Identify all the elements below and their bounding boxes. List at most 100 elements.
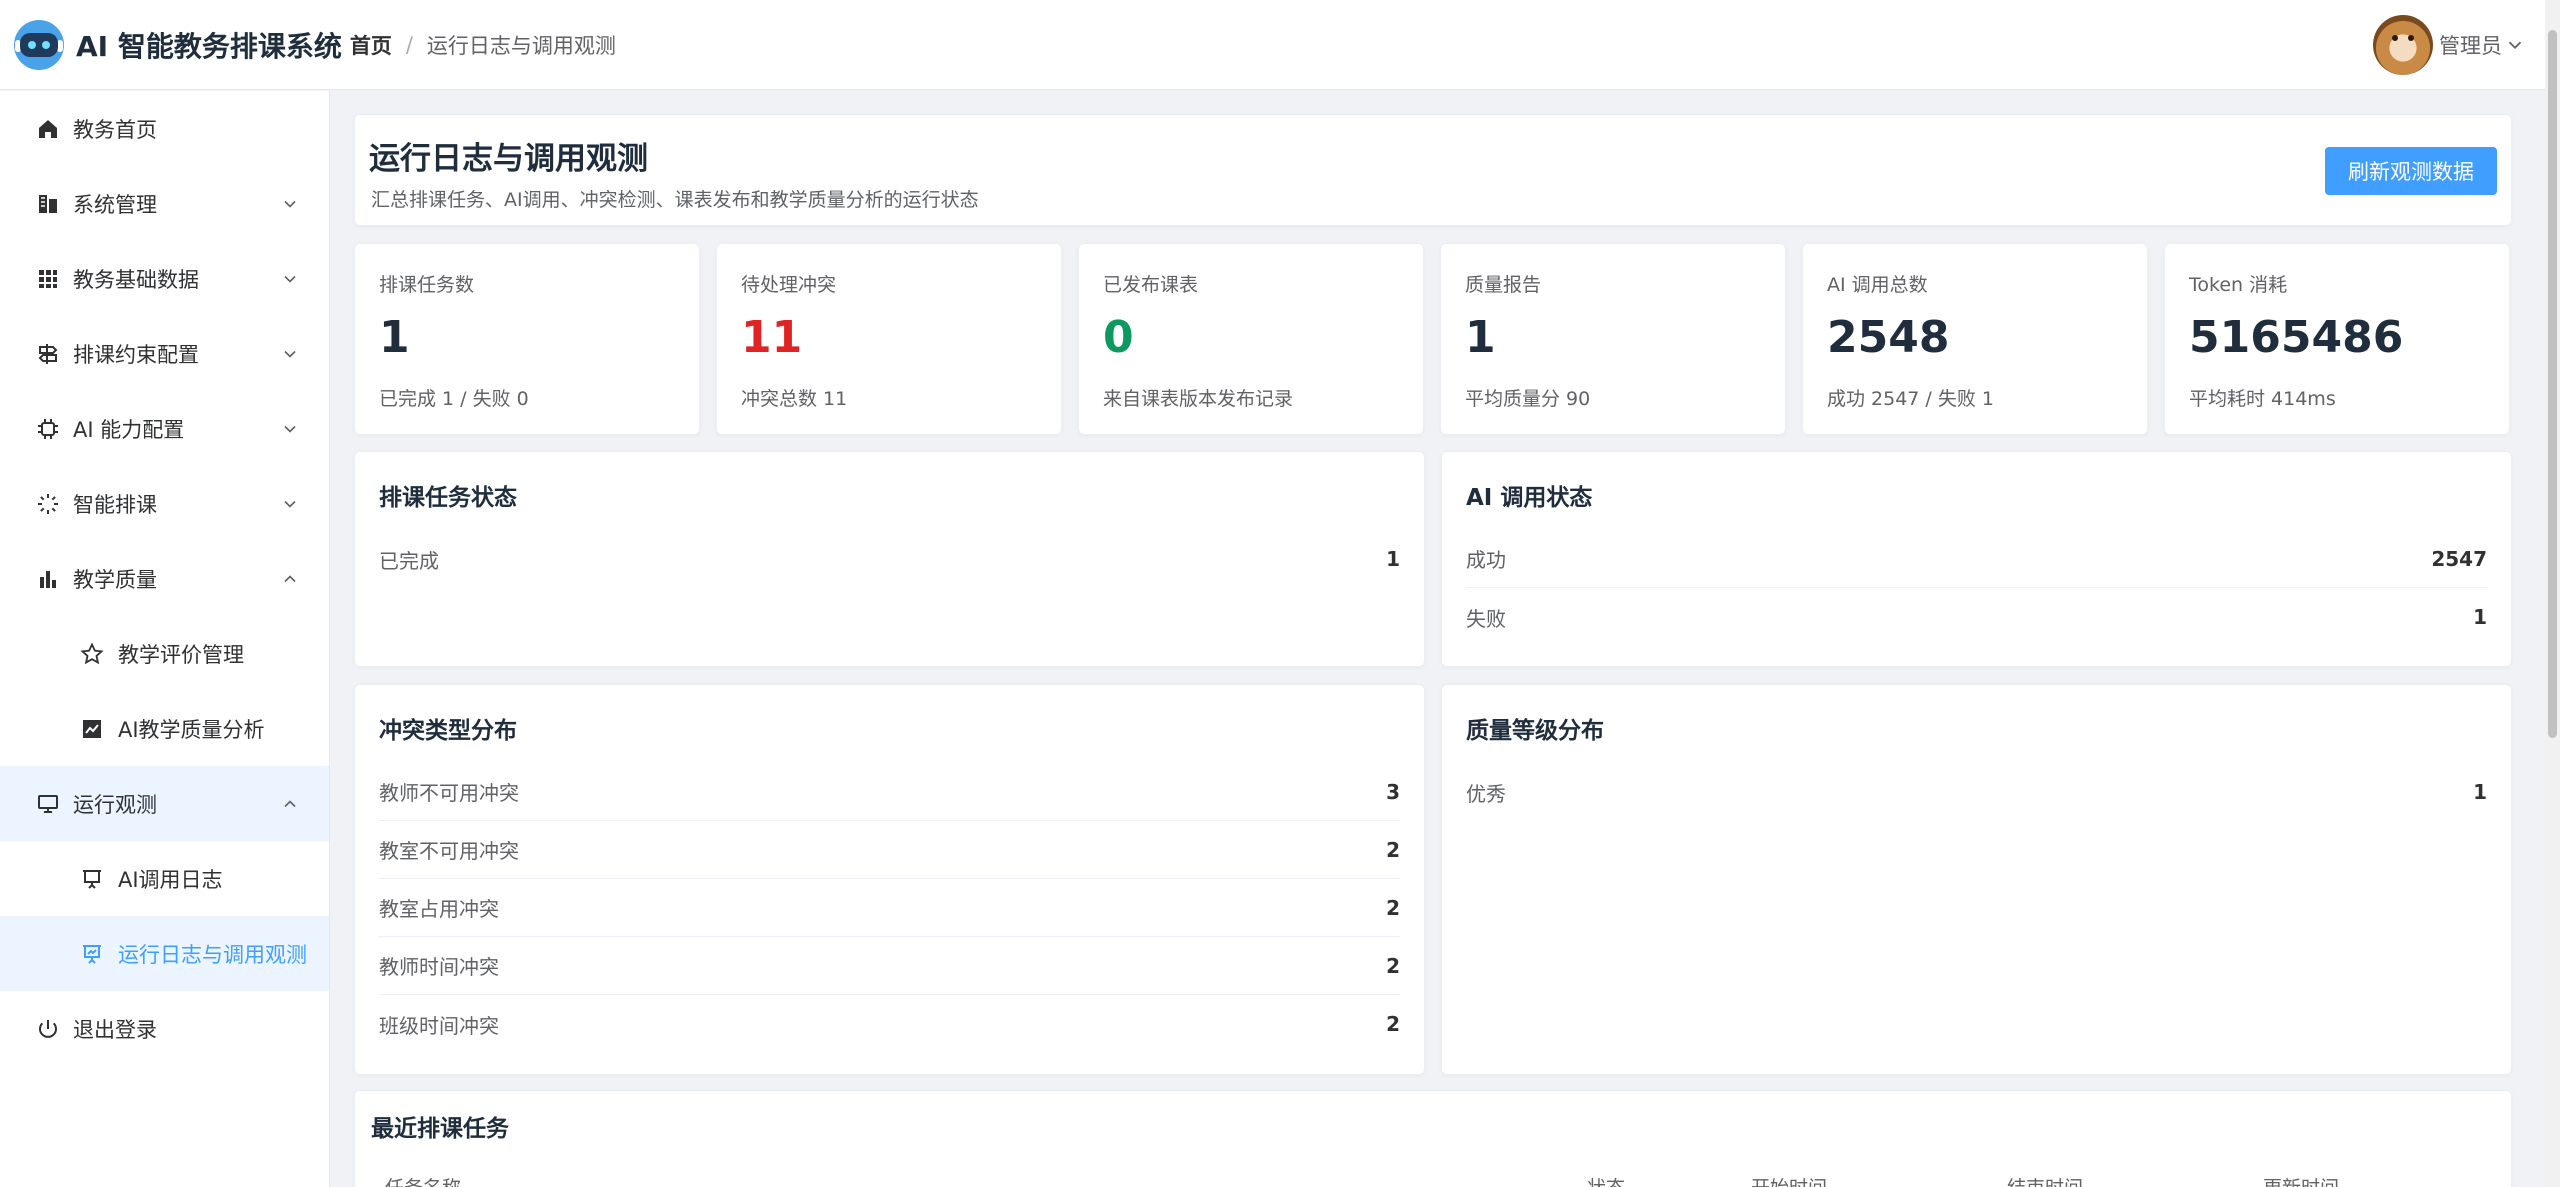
stat-card-tokens: Token 消耗 5165486 平均耗时 414ms <box>2164 243 2510 435</box>
list-item-label: 已完成 <box>379 548 439 573</box>
panel-title: 最近排课任务 <box>371 1116 509 1142</box>
list-item: 教室不可用冲突 2 <box>379 821 1400 879</box>
chevron-down-icon <box>284 425 296 433</box>
list-item-value: 2 <box>1386 953 1400 978</box>
list-item-value: 2547 <box>2431 546 2487 571</box>
sidebar-item-ai-quality-analysis[interactable]: AI教学质量分析 <box>0 691 329 766</box>
ai-status-panel: AI 调用状态 成功 2547 失败 1 <box>1441 451 2512 667</box>
breadcrumb-separator: / <box>405 32 413 57</box>
sidebar-item-runtime-observation[interactable]: 运行观测 <box>0 766 329 841</box>
list-item: 教室占用冲突 2 <box>379 879 1400 937</box>
stat-label: 排课任务数 <box>379 274 475 296</box>
loading-icon <box>38 493 58 514</box>
list-item-label: 教室占用冲突 <box>379 897 499 921</box>
scrollbar-thumb[interactable] <box>2548 30 2557 738</box>
column-header[interactable]: 更新时间 <box>2263 1173 2339 1187</box>
list-item-value: 1 <box>2473 780 2487 804</box>
ai-status-list: 成功 2547 失败 1 <box>1466 530 2487 646</box>
list-item: 教师时间冲突 2 <box>379 937 1400 995</box>
list-item-value: 1 <box>2473 605 2487 629</box>
list-item-value: 3 <box>1386 779 1400 804</box>
stat-card-quality-report: 质量报告 1 平均质量分 90 <box>1440 243 1786 435</box>
sidebar-item-label: AI 能力配置 <box>73 417 185 442</box>
recent-tasks-panel: 最近排课任务 任务名称 状态 开始时间 结束时间 更新时间 <box>354 1090 2512 1187</box>
sidebar-item-label: 运行观测 <box>73 792 157 817</box>
stat-label: 已发布课表 <box>1103 274 1199 296</box>
chevron-down-icon <box>284 200 296 208</box>
sidebar-item-label: 教务首页 <box>73 117 157 142</box>
list-item: 优秀 1 <box>1466 763 2487 821</box>
stat-sub: 平均质量分 90 <box>1465 388 1591 410</box>
page-title: 运行日志与调用观测 <box>369 141 648 177</box>
sidebar-item-label: 教学评价管理 <box>118 642 244 667</box>
bar-chart-icon <box>40 570 56 588</box>
chevron-up-icon <box>284 574 296 582</box>
sidebar-item-constraints[interactable]: 排课约束配置 <box>0 316 329 391</box>
stat-value: 5165486 <box>2189 312 2404 363</box>
list-item: 成功 2547 <box>1466 530 2487 588</box>
page-subtitle: 汇总排课任务、AI调用、冲突检测、课表发布和教学质量分析的运行状态 <box>371 189 979 211</box>
sidebar-item-runtime-log[interactable]: 运行日志与调用观测 <box>0 916 329 991</box>
stat-sub: 已完成 1 / 失败 0 <box>379 388 529 410</box>
list-item-label: 优秀 <box>1466 781 1506 806</box>
sidebar-item-basic-data[interactable]: 教务基础数据 <box>0 241 329 316</box>
stat-value: 11 <box>741 312 803 363</box>
sidebar-item-system[interactable]: 系统管理 <box>0 166 329 241</box>
sidebar-item-ai-call-log[interactable]: AI调用日志 <box>0 841 329 916</box>
list-item-value: 2 <box>1386 895 1400 920</box>
sidebar-item-logout[interactable]: 退出登录 <box>0 991 329 1066</box>
stat-label: Token 消耗 <box>2189 274 2288 296</box>
sidebar-item-label: 退出登录 <box>73 1017 157 1042</box>
column-header[interactable]: 开始时间 <box>1751 1173 1827 1187</box>
quality-list: 优秀 1 <box>1466 763 2487 821</box>
column-header[interactable]: 任务名称 <box>385 1173 461 1187</box>
stat-label: 质量报告 <box>1465 274 1542 296</box>
sidebar-item-teaching-evaluation[interactable]: 教学评价管理 <box>0 616 329 691</box>
avatar[interactable] <box>2373 15 2433 75</box>
conflict-distribution-panel: 冲突类型分布 教师不可用冲突 3 教室不可用冲突 2 教室占用冲突 2 教师时间… <box>354 684 1425 1075</box>
stat-card-published: 已发布课表 0 来自课表版本发布记录 <box>1078 243 1424 435</box>
grid-icon <box>39 269 57 288</box>
stat-sub: 平均耗时 414ms <box>2189 388 2336 410</box>
sidebar-item-teaching-quality[interactable]: 教学质量 <box>0 541 329 616</box>
stat-value: 2548 <box>1827 312 1950 363</box>
sidebar-item-label: 教务基础数据 <box>73 267 199 292</box>
user-menu[interactable]: 管理员 <box>2373 15 2526 75</box>
chevron-down-icon[interactable] <box>2504 34 2526 56</box>
list-item: 已完成 1 <box>379 530 1400 588</box>
sidebar-item-home[interactable]: 教务首页 <box>0 91 329 166</box>
panel-title: 排课任务状态 <box>379 485 517 511</box>
conflict-list: 教师不可用冲突 3 教室不可用冲突 2 教室占用冲突 2 教师时间冲突 2 班级… <box>379 763 1400 1053</box>
stat-value: 1 <box>379 312 410 363</box>
sidebar-item-ai-config[interactable]: AI 能力配置 <box>0 391 329 466</box>
user-name[interactable]: 管理员 <box>2439 30 2502 60</box>
stat-label: 待处理冲突 <box>741 274 837 296</box>
list-item-label: 成功 <box>1466 548 1506 572</box>
breadcrumb-current: 运行日志与调用观测 <box>426 33 616 58</box>
sidebar-item-label: AI调用日志 <box>118 867 223 892</box>
refresh-button[interactable]: 刷新观测数据 <box>2325 147 2497 195</box>
sidebar-item-label: 智能排课 <box>73 492 157 517</box>
sidebar-item-label: AI教学质量分析 <box>118 717 265 742</box>
column-header[interactable]: 状态 <box>1587 1173 1625 1187</box>
top-header: AI 智能教务排课系统 首页 / 运行日志与调用观测 管理员 <box>0 0 2560 90</box>
building-icon <box>39 194 57 213</box>
panel-title: 冲突类型分布 <box>379 718 517 744</box>
stat-value: 1 <box>1465 312 1496 363</box>
sidebar-item-smart-scheduling[interactable]: 智能排课 <box>0 466 329 541</box>
breadcrumb-home[interactable]: 首页 <box>350 30 392 60</box>
brand[interactable]: AI 智能教务排课系统 <box>14 19 342 70</box>
robot-logo-icon <box>14 19 64 70</box>
panel-title: 质量等级分布 <box>1466 718 1604 744</box>
presentation-icon <box>83 869 101 889</box>
column-header[interactable]: 结束时间 <box>2007 1173 2083 1187</box>
list-item-label: 失败 <box>1466 606 1506 631</box>
task-status-list: 已完成 1 <box>379 530 1400 588</box>
chevron-down-icon <box>284 350 296 358</box>
star-icon <box>80 641 104 664</box>
task-status-panel: 排课任务状态 已完成 1 <box>354 451 1425 667</box>
stat-card-ai-calls: AI 调用总数 2548 成功 2547 / 失败 1 <box>1802 243 2148 435</box>
list-item-label: 班级时间冲突 <box>379 1013 499 1038</box>
chevron-down-icon <box>284 500 296 508</box>
quality-distribution-panel: 质量等级分布 优秀 1 <box>1441 684 2512 1075</box>
